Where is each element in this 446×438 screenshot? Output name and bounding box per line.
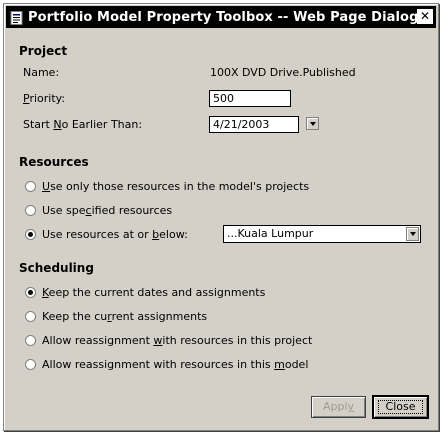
priority-label: Priority: (23, 92, 66, 105)
date-dropdown-button[interactable] (306, 117, 319, 130)
radio-button-selected[interactable] (25, 228, 36, 240)
window-title: Portfolio Model Property Toolbox -- Web … (28, 9, 419, 25)
location-select[interactable]: ...Kuala Lumpur (223, 225, 421, 243)
start-date-label: Start No Earlier Than: (23, 118, 143, 131)
radio-reassign-project[interactable]: Allow reassignment with resources in thi… (25, 332, 312, 348)
close-icon[interactable]: ✕ (417, 9, 433, 24)
radio-label: Use only those resources in the model's … (42, 179, 310, 193)
section-title-scheduling: Scheduling (19, 261, 94, 275)
focus-outline (378, 400, 423, 414)
radio-button[interactable] (25, 358, 36, 370)
radio-button[interactable] (25, 310, 36, 322)
radio-reassign-model[interactable]: Allow reassignment with resources in thi… (25, 356, 308, 372)
radio-label: Keep the current assignments (42, 309, 208, 323)
radio-label: Allow reassignment with resources in thi… (42, 333, 313, 347)
radio-label: Use resources at or below: (42, 227, 188, 241)
radio-keep-assignments[interactable]: Keep the current assignments (25, 308, 207, 324)
section-title-project: Project (19, 44, 68, 58)
radio-label: Keep the current dates and assignments (42, 285, 266, 299)
radio-button[interactable] (25, 180, 36, 192)
radio-resources-projects[interactable]: Use only those resources in the model's … (25, 178, 309, 194)
dialog-page-icon (10, 10, 24, 25)
priority-input[interactable]: 500 (209, 90, 291, 107)
apply-button[interactable]: Apply (311, 396, 366, 418)
dialog-window: Portfolio Model Property Toolbox -- Web … (3, 3, 439, 431)
close-button[interactable]: Close (372, 395, 429, 419)
name-value: 100X DVD Drive.Published (210, 66, 356, 79)
radio-label: Use specified resources (42, 203, 173, 217)
radio-button-selected[interactable] (25, 286, 36, 298)
radio-label: Allow reassignment with resources in thi… (42, 357, 309, 371)
radio-button[interactable] (25, 334, 36, 346)
radio-keep-dates[interactable]: Keep the current dates and assignments (25, 284, 265, 300)
section-title-resources: Resources (19, 155, 89, 169)
radio-button[interactable] (25, 204, 36, 216)
name-label: Name: (23, 66, 60, 79)
title-bar[interactable]: Portfolio Model Property Toolbox -- Web … (6, 6, 436, 28)
radio-resources-below[interactable]: Use resources at or below: (25, 226, 188, 242)
start-date-input[interactable]: 4/21/2003 (209, 116, 299, 133)
chevron-down-icon[interactable] (406, 227, 419, 241)
radio-resources-specified[interactable]: Use specified resources (25, 202, 172, 218)
location-select-value: ...Kuala Lumpur (227, 227, 314, 240)
